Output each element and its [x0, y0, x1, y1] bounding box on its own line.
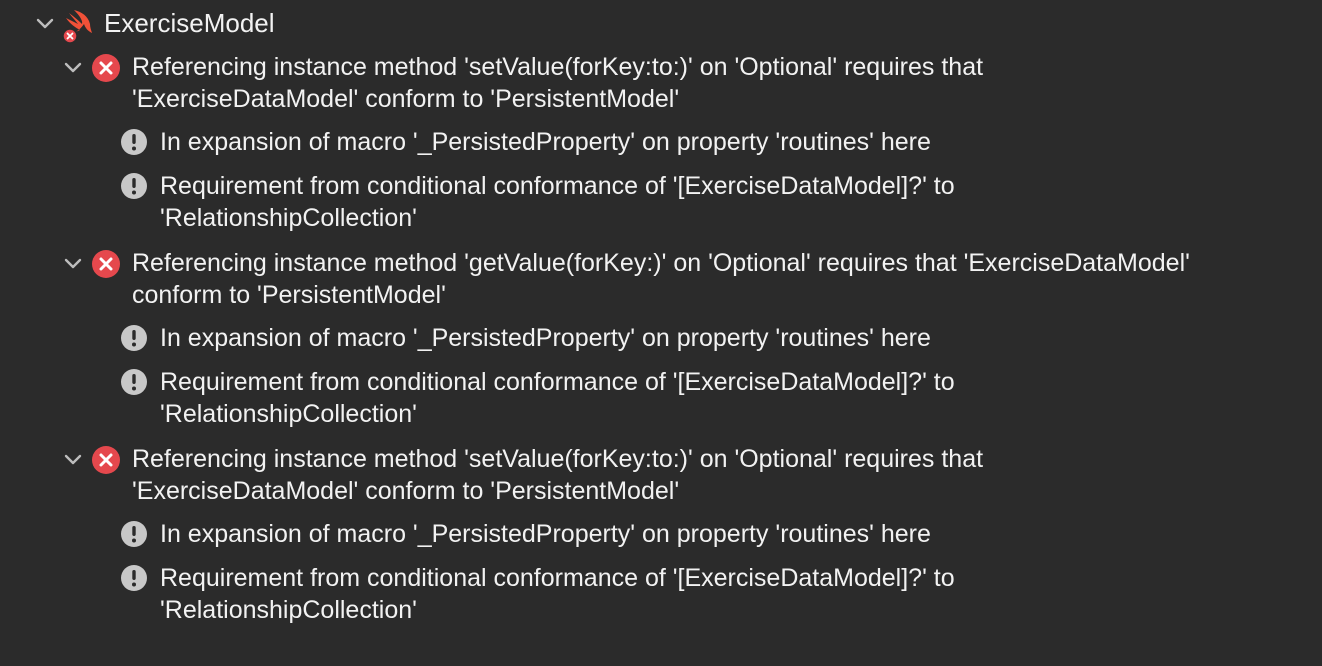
- info-icon: [120, 324, 148, 352]
- error-row[interactable]: Referencing instance method 'setValue(fo…: [0, 442, 1322, 508]
- error-message: Referencing instance method 'getValue(fo…: [132, 249, 1190, 309]
- chevron-down-icon[interactable]: [62, 253, 84, 275]
- chevron-down-icon[interactable]: [62, 449, 84, 471]
- error-message: Referencing instance method 'setValue(fo…: [132, 445, 984, 505]
- note-row[interactable]: In expansion of macro '_PersistedPropert…: [0, 126, 1322, 160]
- error-badge-icon: [62, 22, 78, 44]
- info-icon: [120, 128, 148, 156]
- error-icon: [91, 445, 121, 475]
- info-icon: [120, 172, 148, 200]
- note-message: Requirement from conditional conformance…: [160, 368, 955, 428]
- note-row[interactable]: In expansion of macro '_PersistedPropert…: [0, 518, 1322, 552]
- note-message: Requirement from conditional conformance…: [160, 172, 955, 232]
- error-row[interactable]: Referencing instance method 'getValue(fo…: [0, 246, 1322, 312]
- note-message: In expansion of macro '_PersistedPropert…: [160, 324, 931, 352]
- note-message: Requirement from conditional conformance…: [160, 564, 955, 624]
- file-title: ExerciseModel: [104, 8, 275, 38]
- chevron-down-icon[interactable]: [62, 57, 84, 79]
- note-row[interactable]: Requirement from conditional conformance…: [0, 170, 1322, 236]
- error-icon: [91, 53, 121, 83]
- note-row[interactable]: In expansion of macro '_PersistedPropert…: [0, 322, 1322, 356]
- note-row[interactable]: Requirement from conditional conformance…: [0, 562, 1322, 628]
- error-row[interactable]: Referencing instance method 'setValue(fo…: [0, 50, 1322, 116]
- info-icon: [120, 368, 148, 396]
- error-message: Referencing instance method 'setValue(fo…: [132, 53, 984, 113]
- info-icon: [120, 520, 148, 548]
- error-icon: [91, 249, 121, 279]
- note-row[interactable]: Requirement from conditional conformance…: [0, 366, 1322, 432]
- note-message: In expansion of macro '_PersistedPropert…: [160, 128, 931, 156]
- chevron-down-icon[interactable]: [34, 13, 56, 35]
- file-row-exercisemodel[interactable]: ExerciseModel: [0, 0, 1322, 46]
- note-message: In expansion of macro '_PersistedPropert…: [160, 520, 931, 548]
- info-icon: [120, 564, 148, 592]
